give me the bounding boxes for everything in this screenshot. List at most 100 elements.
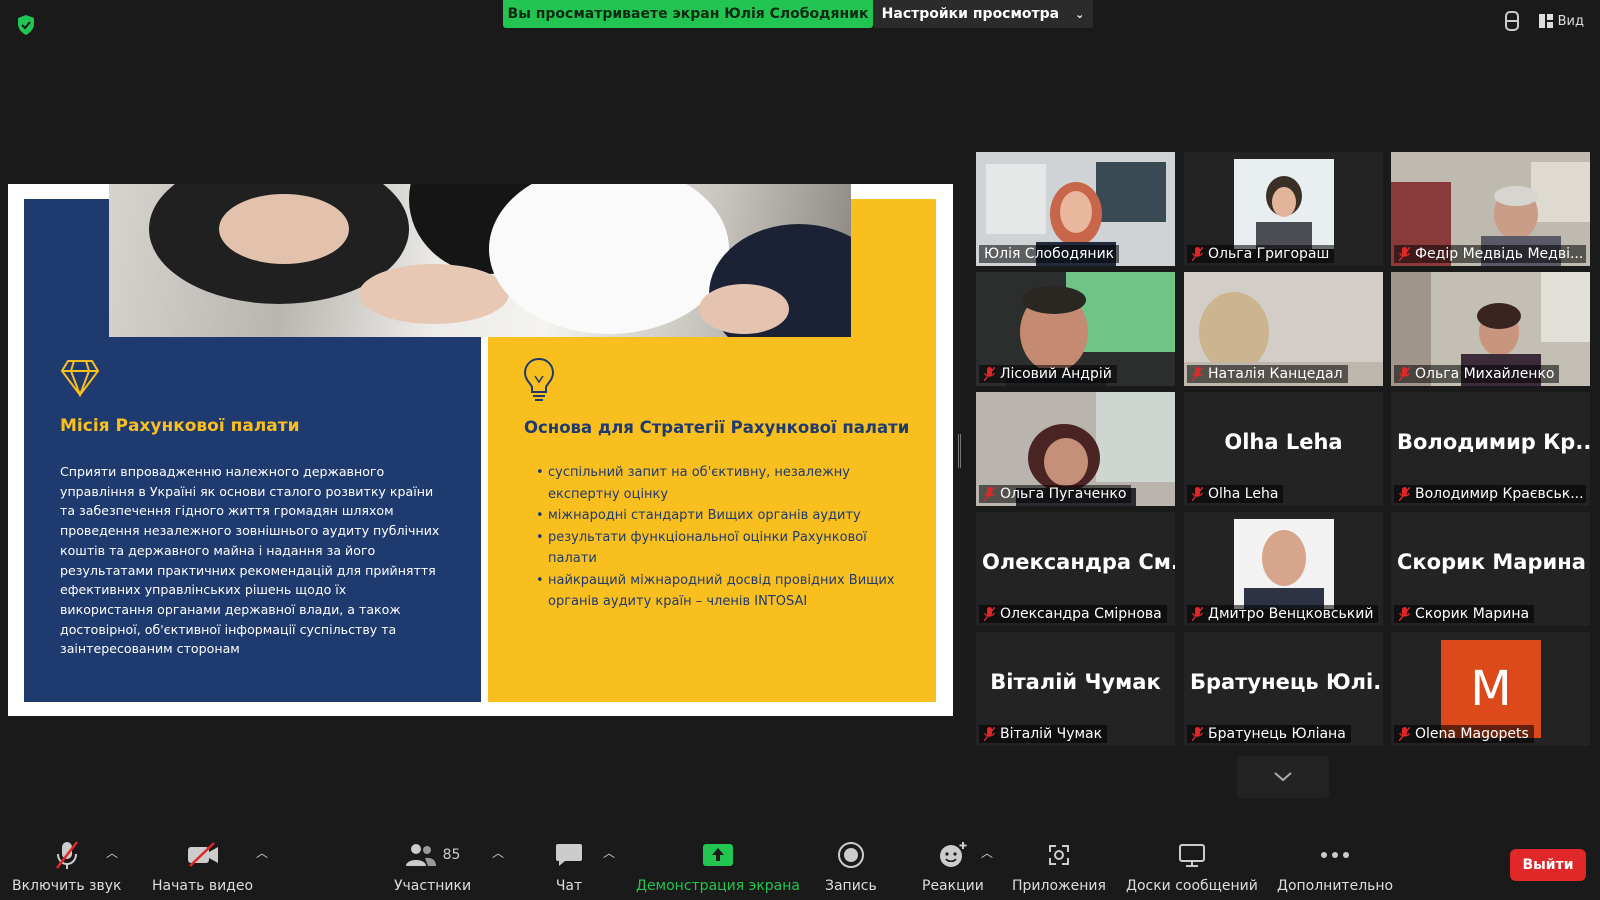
diamond-icon (60, 360, 100, 397)
start-video-button[interactable]: Начать видео (152, 840, 253, 894)
participants-options-caret[interactable]: ︿ (492, 844, 504, 861)
mission-title: Місія Рахункової палати (60, 416, 300, 436)
mic-muted-icon (1399, 727, 1410, 741)
participant-name-label: Ольга Михайленко (1394, 365, 1560, 383)
participant-name-label: Віталій Чумак (979, 725, 1108, 743)
more-button[interactable]: Дополнительно (1277, 840, 1393, 894)
participant-tile[interactable]: Володимир Кр... Володимир Краєвськ... (1391, 392, 1590, 506)
chat-button[interactable]: Чат (555, 840, 583, 894)
participant-tile[interactable]: Ольга Михайленко (1391, 272, 1590, 386)
record-button[interactable]: Запись (825, 840, 877, 894)
strategy-title: Основа для Стратегії Рахункової палати (524, 418, 910, 437)
reactions-label: Реакции (922, 878, 984, 894)
security-shield-icon[interactable] (16, 14, 36, 36)
mic-muted-icon (1399, 607, 1410, 621)
apps-button[interactable]: Приложения (1012, 840, 1106, 894)
reactions-icon (939, 842, 967, 867)
participant-tile[interactable]: Лісовий Андрій (976, 272, 1175, 386)
apps-icon (1048, 845, 1069, 865)
more-label: Дополнительно (1277, 878, 1394, 894)
participant-name-label: Ольга Григораш (1187, 245, 1335, 263)
participant-tile[interactable]: Федір Медвідь Медві... (1391, 152, 1590, 266)
apps-label: Приложения (1012, 878, 1106, 894)
participant-tile[interactable]: Ольга Пугаченко (976, 392, 1175, 506)
mic-muted-icon (1399, 487, 1410, 501)
split-view-handle[interactable] (958, 434, 961, 468)
mic-muted-icon (984, 607, 995, 621)
participant-name: Olha Leha (1208, 486, 1279, 502)
view-settings-dropdown[interactable]: Настройки просмотра ⌄ (873, 0, 1093, 28)
mic-muted-icon (1192, 487, 1203, 501)
chat-options-caret[interactable]: ︿ (603, 844, 615, 861)
screen-share-banner: Вы просматриваете экран Юлія Слободяник (503, 0, 873, 28)
mic-muted-icon (55, 841, 78, 869)
chat-label: Чат (555, 878, 583, 894)
participant-name: Віталій Чумак (1000, 726, 1103, 742)
mic-muted-icon (1192, 247, 1203, 261)
share-screen-label: Демонстрация экрана (636, 878, 800, 894)
mic-muted-icon (1399, 247, 1410, 261)
participant-display-name: Olha Leha (1224, 430, 1343, 454)
participant-tile[interactable]: Скорик Марина Скорик Марина (1391, 512, 1590, 626)
participant-tile[interactable]: Наталія Канцедал (1184, 272, 1383, 386)
participant-tile[interactable]: Віталій Чумак Віталій Чумак (976, 632, 1175, 746)
top-right-controls: Вид (1503, 10, 1584, 32)
participant-name-label: Федір Медвідь Медві... (1394, 245, 1586, 263)
share-screen-icon (703, 844, 733, 866)
participant-name: Скорик Марина (1415, 606, 1530, 622)
view-button[interactable]: Вид (1538, 13, 1584, 29)
meeting-toolbar: Включить звук ︿ Начать видео ︿ 85 Участн… (0, 830, 1600, 900)
participant-display-name: Володимир Кр... (1397, 430, 1590, 454)
whiteboards-button[interactable]: Доски сообщений (1126, 840, 1258, 894)
mic-muted-icon (1192, 367, 1203, 381)
grid-view-icon (1538, 14, 1553, 28)
unmute-label: Включить звук (12, 878, 122, 894)
leave-meeting-button[interactable]: Выйти (1510, 849, 1586, 881)
participant-tile[interactable]: Ольга Григораш (1184, 152, 1383, 266)
participant-name-label: Братунець Юліана (1187, 725, 1351, 743)
participant-name: Володимир Краєвськ... (1415, 486, 1584, 502)
strategy-item: міжнародні стандарти Вищих органів аудит… (536, 505, 916, 527)
participant-tile[interactable]: Дмитро Венцковський (1184, 512, 1383, 626)
participant-tile[interactable]: M Olena Magopets (1391, 632, 1590, 746)
connection-icon[interactable] (1503, 10, 1521, 32)
participant-name: Федір Медвідь Медві... (1415, 246, 1584, 262)
participant-name: Юлія Слободяник (984, 246, 1115, 262)
participant-name: Олександра Смірнова (1000, 606, 1162, 622)
strategy-item: результати функціональної оцінки Рахунко… (536, 527, 916, 570)
participant-name-label: Дмитро Венцковський (1187, 605, 1379, 623)
participant-tile[interactable]: Олександра См... Олександра Смірнова (976, 512, 1175, 626)
slide-photo-handshake (109, 184, 851, 337)
participant-display-name: Братунець Юлі... (1190, 670, 1383, 694)
participant-name: Ольга Григораш (1208, 246, 1330, 262)
reactions-button[interactable]: Реакции (922, 840, 984, 894)
mic-muted-icon (984, 487, 995, 501)
participants-button[interactable]: 85 Участники (394, 840, 471, 894)
reactions-options-caret[interactable]: ︿ (981, 844, 993, 861)
participant-tile[interactable]: Olha Leha Olha Leha (1184, 392, 1383, 506)
participant-tile[interactable]: Юлія Слободяник (976, 152, 1175, 266)
chat-icon (556, 844, 582, 866)
participant-name-label: Скорик Марина (1394, 605, 1535, 623)
participant-name-label: Лісовий Андрій (979, 365, 1117, 383)
participant-name-label: Olha Leha (1187, 485, 1284, 503)
participant-avatar: M (1441, 640, 1541, 738)
participant-name: Ольга Михайленко (1415, 366, 1555, 382)
record-label: Запись (825, 878, 877, 894)
participant-name: Olena Magopets (1415, 726, 1529, 742)
share-screen-button[interactable]: Демонстрация экрана (636, 840, 800, 894)
participant-tile[interactable]: Братунець Юлі... Братунець Юліана (1184, 632, 1383, 746)
lightbulb-icon (523, 357, 555, 401)
participants-label: Участники (394, 878, 472, 894)
participant-display-name: Скорик Марина (1397, 550, 1586, 574)
mic-muted-icon (1192, 607, 1203, 621)
shared-screen-slide[interactable]: Місія Рахункової палати Сприяти впровадж… (8, 184, 953, 716)
audio-options-caret[interactable]: ︿ (106, 844, 118, 861)
gallery-next-page-button[interactable] (1237, 756, 1329, 798)
participant-name: Лісовий Андрій (1000, 366, 1112, 382)
participant-name: Наталія Канцедал (1208, 366, 1343, 382)
video-options-caret[interactable]: ︿ (256, 844, 268, 861)
mic-muted-icon (984, 367, 995, 381)
view-button-label: Вид (1557, 13, 1584, 29)
start-video-label: Начать видео (152, 878, 254, 894)
